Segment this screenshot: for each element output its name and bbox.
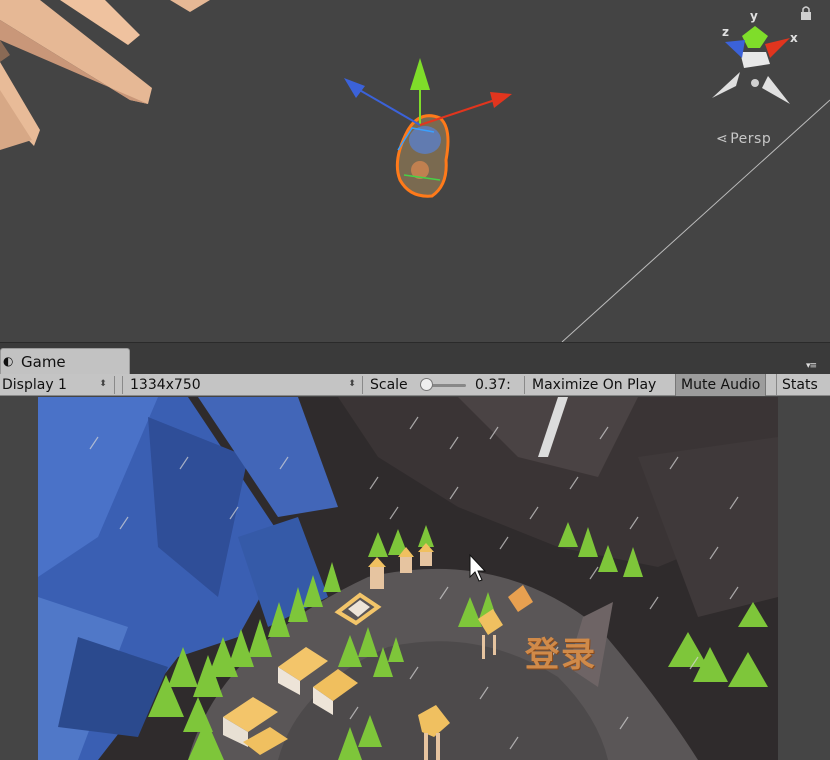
tab-game-label: Game — [21, 353, 66, 371]
x-axis-handle — [490, 92, 512, 108]
y-axis-handle — [410, 58, 430, 90]
scale-value: 0.37: — [475, 377, 511, 393]
maximize-on-play-button[interactable]: Maximize On Play — [527, 374, 661, 396]
mute-audio-button[interactable]: Mute Audio — [675, 374, 767, 396]
display-dropdown[interactable]: Display 1 — [2, 374, 112, 396]
game-viewport[interactable]: 登录 — [0, 397, 830, 760]
scale-label: Scale — [370, 377, 408, 393]
wooden-planks — [0, 0, 210, 150]
persp-label: Persp — [730, 131, 772, 147]
gizmo-z-cone — [725, 40, 745, 58]
z-axis-handle — [344, 78, 365, 98]
resolution-dropdown-arrows-icon: ⬍ — [348, 379, 356, 389]
lock-icon[interactable] — [801, 6, 811, 20]
scene-canvas[interactable] — [0, 0, 830, 342]
scale-slider-handle[interactable] — [420, 378, 433, 391]
toolbar-divider — [114, 376, 115, 394]
gizmo-z-label: z — [722, 25, 729, 39]
stats-button[interactable]: Stats — [776, 374, 823, 396]
game-toolbar: Display 1 ⬍ 1334x750 ⬍ Scale 0.37: Maxim… — [0, 374, 830, 396]
toolbar-divider — [362, 376, 363, 394]
perspective-icon: ⋖ — [716, 131, 729, 147]
pacman-game-icon: ◐ — [3, 354, 14, 368]
display-value: Display 1 — [2, 377, 67, 393]
resolution-dropdown[interactable]: 1334x750 — [130, 374, 360, 396]
login-label[interactable]: 登录 — [525, 627, 597, 676]
game-tab-bar: ◐ Game ▾≡ — [0, 342, 830, 375]
gizmo-x-cone — [765, 38, 790, 58]
ground-edge-line — [561, 99, 830, 342]
gizmo-y-cone — [742, 26, 768, 48]
display-dropdown-arrows-icon: ⬍ — [99, 379, 107, 389]
persp-toggle[interactable]: ⋖ Persp — [716, 131, 771, 147]
tab-menu-icon[interactable]: ▾≡ — [806, 361, 826, 371]
game-render[interactable] — [38, 397, 778, 760]
toolbar-divider — [524, 376, 525, 394]
gizmo-x-label: x — [790, 31, 798, 45]
toolbar-divider — [122, 376, 123, 394]
gizmo-y-label: y — [750, 9, 758, 23]
selected-object[interactable] — [395, 114, 450, 198]
scene-view[interactable]: y z x ⋖ Persp — [0, 0, 830, 342]
tab-game[interactable]: ◐ Game — [0, 348, 130, 375]
resolution-value: 1334x750 — [130, 377, 201, 393]
